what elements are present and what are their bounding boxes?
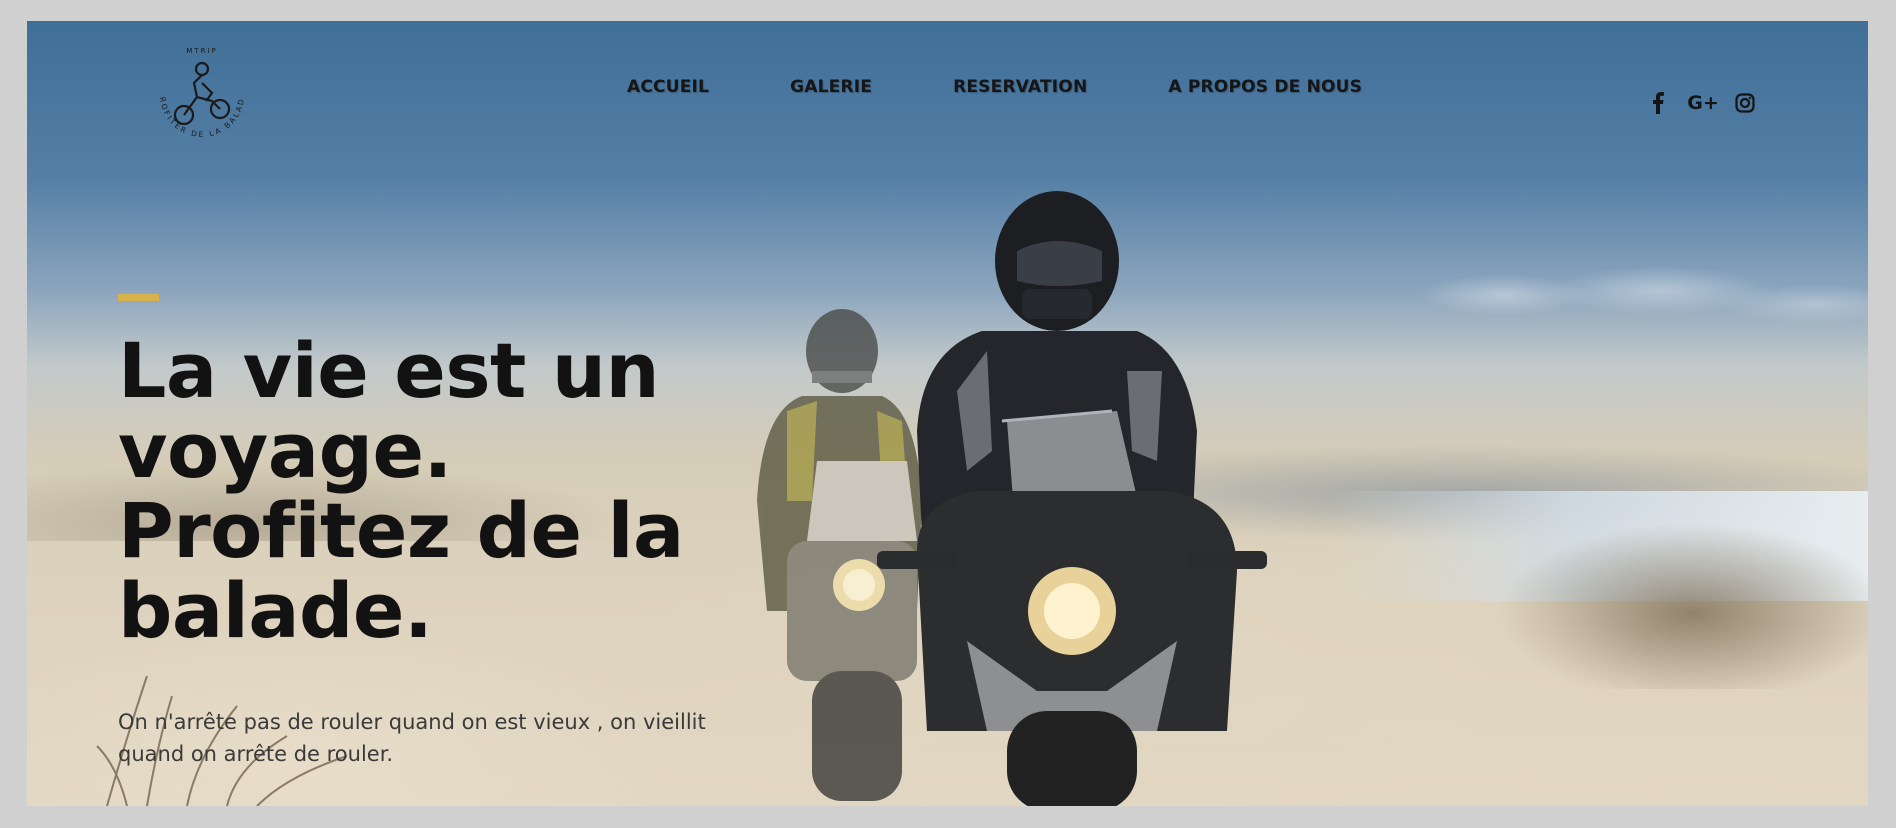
accent-bar bbox=[118, 294, 159, 301]
logo-top-text: MTRIP bbox=[186, 47, 217, 55]
nav-reservation[interactable]: RESERVATION bbox=[953, 77, 1087, 97]
front-rider bbox=[877, 191, 1267, 806]
subtitle-line-1: On n'arrête pas de rouler quand on est v… bbox=[118, 710, 706, 734]
motorcycle-riders-photo bbox=[757, 191, 1267, 806]
facebook-icon[interactable] bbox=[1647, 91, 1669, 115]
main-navigation: ACCUEIL GALERIE RESERVATION A PROPOS DE … bbox=[627, 77, 1362, 97]
headline-line-1: La vie est un bbox=[118, 326, 660, 415]
nav-accueil[interactable]: ACCUEIL bbox=[627, 77, 709, 97]
hero-subtitle: On n'arrête pas de rouler quand on est v… bbox=[118, 706, 758, 770]
subtitle-line-2: quand on arrête de rouler. bbox=[118, 742, 394, 766]
nav-galerie[interactable]: GALERIE bbox=[790, 77, 872, 97]
headline-line-3: Profitez de la bbox=[118, 486, 684, 575]
nav-a-propos[interactable]: A PROPOS DE NOUS bbox=[1168, 77, 1362, 97]
headline-line-2: voyage. bbox=[118, 406, 452, 495]
headline-line-4: balade. bbox=[118, 566, 433, 655]
social-links: G+ bbox=[1647, 91, 1757, 115]
google-plus-icon[interactable]: G+ bbox=[1687, 91, 1719, 115]
motorbike-icon bbox=[173, 61, 231, 126]
brand-logo[interactable]: MTRIP PROFITER DE LA BALADE bbox=[142, 35, 262, 155]
hero-section: MTRIP PROFITER DE LA BALADE ACCUEIL GALE… bbox=[27, 21, 1868, 806]
instagram-icon[interactable] bbox=[1733, 91, 1757, 115]
hero-headline: La vie est un voyage. Profitez de la bal… bbox=[118, 331, 778, 651]
